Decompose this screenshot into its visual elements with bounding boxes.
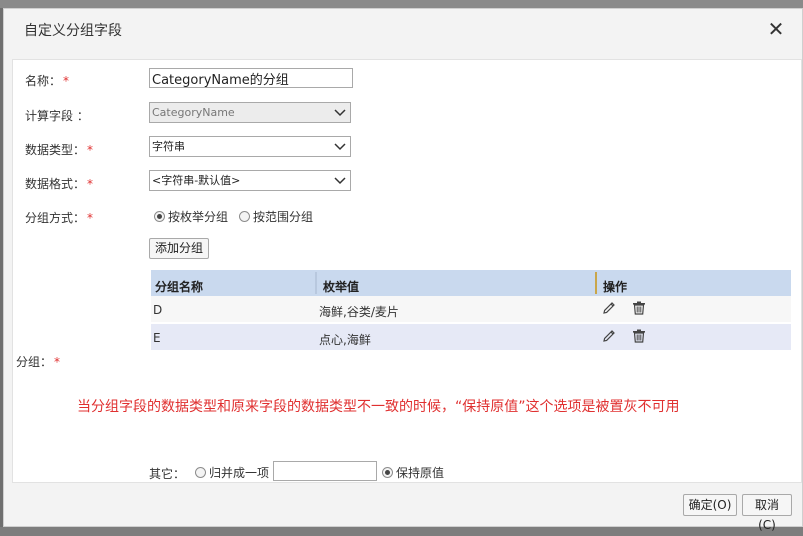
calc-field-select: CategoryName (149, 102, 351, 123)
group-label: 分组： * (16, 355, 61, 369)
data-format-select[interactable]: <字符串-默认值> (149, 170, 351, 191)
row-group-name: D (153, 303, 163, 317)
dialog-title: 自定义分组字段 (24, 23, 122, 39)
radio-keep-original[interactable] (382, 467, 393, 478)
trash-icon[interactable] (631, 328, 647, 344)
column-resize-handle[interactable] (595, 272, 597, 294)
col-actions: 操作 (603, 280, 628, 294)
backdrop (0, 0, 803, 8)
row-enum-values: 点心,海鲜 (319, 333, 371, 347)
name-input[interactable] (149, 68, 353, 88)
col-enum-values: 枚举值 (323, 280, 360, 294)
calc-field-label: 计算字段 ： (25, 109, 89, 123)
table-header: 分组名称 枚举值 操作 (151, 270, 791, 296)
data-type-select[interactable]: 字符串 (149, 136, 351, 157)
row-group-name: E (153, 331, 161, 345)
add-group-button[interactable]: 添加分组 (149, 238, 209, 259)
pencil-icon[interactable] (601, 328, 617, 344)
chevron-down-icon (334, 109, 346, 117)
group-method-label: 分组方式： * (25, 211, 94, 225)
other-label: 其它： (149, 467, 186, 481)
group-method-radio-range[interactable]: 按范围分组 (239, 208, 313, 225)
trash-icon[interactable] (631, 300, 647, 316)
form-panel: 名称：* 计算字段 ： CategoryName 数据类型：* 字符串 数据格式… (12, 59, 802, 483)
col-group-name: 分组名称 (155, 280, 204, 294)
chevron-down-icon (334, 177, 346, 185)
column-divider (315, 272, 317, 294)
annotation-note: 当分组字段的数据类型和原来字段的数据类型不一致的时候，“保持原值”这个选项是被置… (77, 399, 680, 415)
radio-enum[interactable] (154, 211, 165, 222)
name-label: 名称： * (25, 74, 70, 88)
merge-input[interactable] (273, 461, 377, 481)
merge-option[interactable]: 归并成一项 (195, 464, 269, 481)
ok-button[interactable]: 确定(O) (683, 494, 737, 516)
table-row[interactable]: D 海鲜,谷类/麦片 (151, 296, 791, 322)
row-enum-values: 海鲜,谷类/麦片 (319, 305, 399, 319)
radio-range[interactable] (239, 211, 250, 222)
data-format-label: 数据格式： * (25, 177, 94, 191)
backdrop-bottom (0, 527, 803, 536)
group-method-radio-enum[interactable]: 按枚举分组 (154, 208, 228, 225)
radio-merge[interactable] (195, 467, 206, 478)
chevron-down-icon (334, 143, 346, 151)
close-icon: ✕ (767, 17, 785, 41)
close-button[interactable]: ✕ (766, 19, 786, 39)
data-type-label: 数据类型： * (25, 143, 94, 157)
keep-original-option[interactable]: 保持原值 (382, 464, 444, 481)
table-row[interactable]: E 点心,海鲜 (151, 324, 791, 350)
pencil-icon[interactable] (601, 300, 617, 316)
custom-group-field-dialog: 自定义分组字段 ✕ 名称：* 计算字段 ： CategoryName 数据类型：… (3, 8, 803, 532)
cancel-button[interactable]: 取消(C) (742, 494, 792, 532)
